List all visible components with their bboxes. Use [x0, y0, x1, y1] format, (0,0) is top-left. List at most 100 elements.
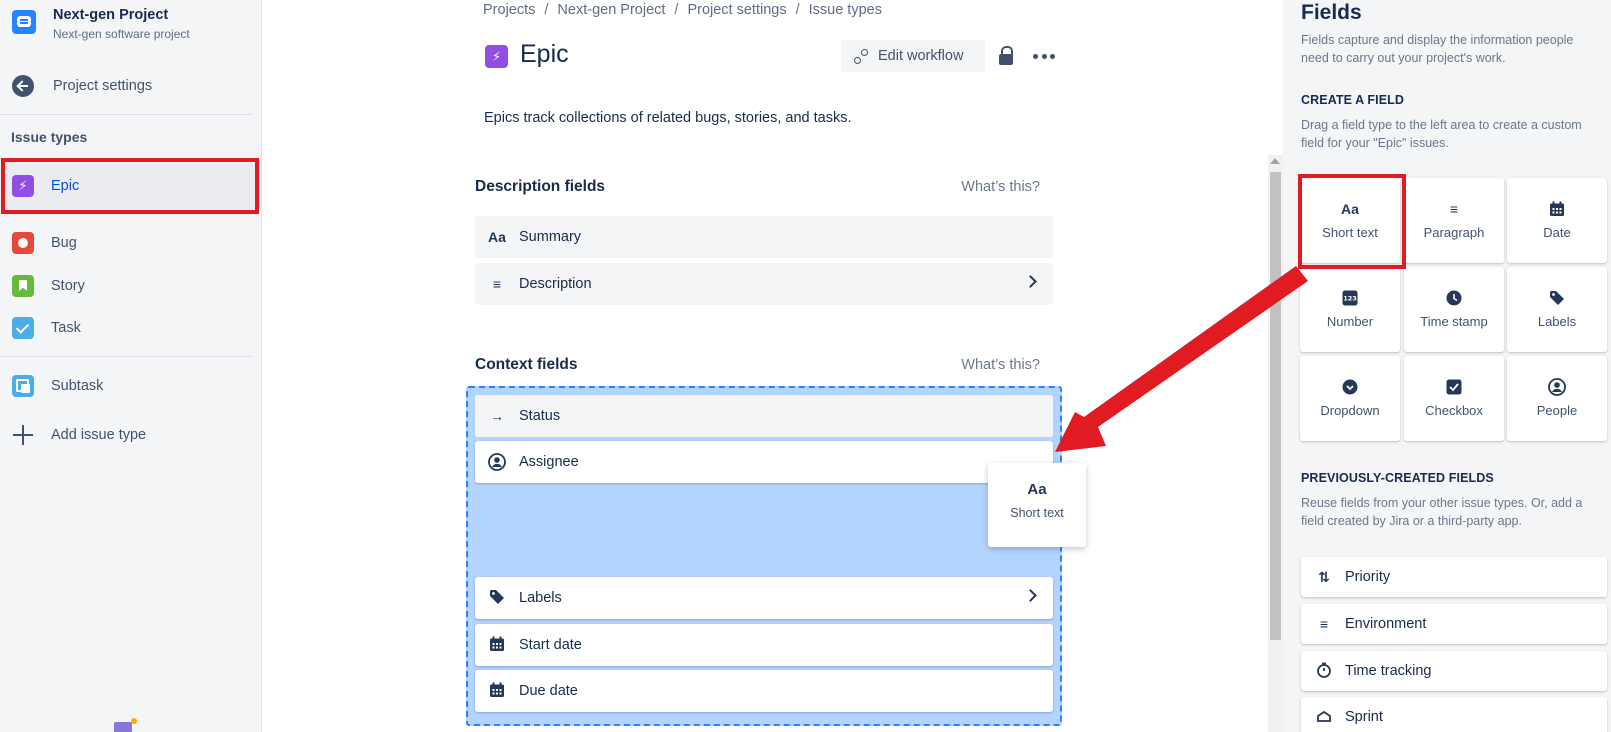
short-text-icon: Aa	[488, 229, 506, 245]
sidebar-item-subtask[interactable]: Subtask	[0, 363, 258, 409]
sidebar-item-task[interactable]: Task	[0, 305, 258, 351]
lock-icon[interactable]	[998, 46, 1014, 66]
dragging-field-card[interactable]: Aa Short text	[988, 463, 1086, 547]
field-label: Start date	[519, 637, 582, 653]
project-type: Next-gen software project	[53, 27, 190, 41]
number-icon: 123	[1300, 289, 1400, 307]
field-type-paragraph[interactable]: ≡ Paragraph	[1404, 178, 1504, 263]
prev-field-time-tracking[interactable]: Time tracking	[1301, 651, 1607, 691]
field-description[interactable]: ≡ Description	[475, 263, 1053, 305]
panel-title: Fields	[1301, 1, 1362, 24]
prev-field-sprint[interactable]: Sprint	[1301, 697, 1607, 732]
divider	[0, 114, 252, 115]
issue-types-heading: Issue types	[11, 129, 88, 145]
arrow-right-icon: →	[490, 408, 504, 424]
epic-icon	[485, 45, 508, 68]
panel-intro: Fields capture and display the informati…	[1301, 33, 1574, 65]
more-options-icon[interactable]	[1033, 54, 1055, 60]
arrow-left-circle-icon	[12, 75, 34, 97]
issue-type-description: Epics track collections of related bugs,…	[484, 110, 852, 126]
paragraph-icon: ≡	[1449, 201, 1459, 217]
sidebar-item-story[interactable]: Story	[0, 263, 258, 309]
field-type-label: Date	[1543, 225, 1571, 240]
sidebar-item-label: Bug	[51, 235, 77, 251]
project-name: Next-gen Project	[53, 7, 169, 23]
plus-icon	[12, 424, 34, 446]
whats-this-link[interactable]: What’s this?	[961, 357, 1040, 373]
prev-field-priority[interactable]: ⇅ Priority	[1301, 557, 1607, 597]
prev-field-label: Priority	[1345, 569, 1391, 585]
calendar-icon	[487, 682, 507, 700]
back-to-project-settings[interactable]: Project settings	[12, 75, 152, 97]
description-fields-header: Description fields What’s this?	[475, 178, 1040, 196]
previous-fields-heading: PREVIOUSLY-CREATED FIELDS	[1301, 471, 1494, 485]
field-label: Summary	[519, 229, 582, 245]
stopwatch-icon	[1315, 662, 1333, 681]
annotation-highlight-epic	[1, 158, 259, 214]
prev-field-label: Sprint	[1345, 709, 1383, 725]
workflow-icon	[853, 48, 869, 64]
paragraph-icon: ≡	[492, 276, 502, 292]
scrollbar-thumb[interactable]	[1270, 172, 1281, 640]
breadcrumb-project[interactable]: Next-gen Project	[557, 2, 665, 18]
field-labels[interactable]: Labels	[475, 577, 1053, 619]
breadcrumb-issue-types[interactable]: Issue types	[809, 2, 882, 18]
field-type-label: Labels	[1537, 314, 1577, 329]
section-title: Context fields	[475, 356, 578, 373]
svg-text:123: 123	[1343, 295, 1357, 303]
sidebar-item-label: Task	[51, 320, 81, 336]
paragraph-icon: ≡	[1319, 616, 1329, 632]
field-label: Description	[519, 276, 592, 292]
field-type-number[interactable]: 123 Number	[1300, 267, 1400, 352]
breadcrumb-projects[interactable]: Projects	[483, 2, 535, 18]
add-issue-type-button[interactable]: Add issue type	[0, 412, 258, 458]
section-title: Description fields	[475, 178, 606, 195]
field-type-date[interactable]: Date	[1507, 178, 1607, 263]
edit-workflow-button[interactable]: Edit workflow	[841, 40, 985, 72]
chevron-circle-icon	[1300, 378, 1400, 396]
clock-icon	[1404, 289, 1504, 307]
project-header[interactable]: Next-gen Project Next-gen software proje…	[12, 6, 190, 42]
add-issue-type-label: Add issue type	[51, 427, 147, 443]
sidebar-item-bug[interactable]: Bug	[0, 220, 258, 266]
sprint-icon	[1315, 708, 1333, 727]
tag-icon	[487, 589, 507, 607]
page-title: Epic	[520, 40, 569, 68]
field-due-date[interactable]: Due date	[475, 670, 1053, 712]
prev-field-label: Environment	[1345, 616, 1427, 632]
calendar-icon	[1507, 200, 1607, 218]
field-summary[interactable]: Aa Summary	[475, 216, 1053, 258]
task-icon	[12, 317, 34, 339]
field-label: Due date	[519, 683, 578, 699]
field-start-date[interactable]: Start date	[475, 624, 1053, 666]
calendar-icon	[487, 636, 507, 654]
bug-icon	[12, 232, 34, 254]
field-type-label: Paragraph	[1423, 225, 1485, 240]
previous-fields-text: Reuse fields from your other issue types…	[1301, 496, 1583, 528]
field-label: Assignee	[519, 454, 579, 470]
field-type-label: Checkbox	[1425, 403, 1483, 418]
prev-field-environment[interactable]: ≡ Environment	[1301, 604, 1607, 644]
person-icon	[1507, 378, 1607, 396]
context-fields-header: Context fields What’s this?	[475, 356, 1040, 374]
annotation-highlight-short-text	[1298, 174, 1406, 269]
subtask-icon	[12, 375, 34, 397]
sidebar-item-label: Subtask	[51, 378, 104, 394]
field-type-dropdown[interactable]: Dropdown	[1300, 356, 1400, 441]
scroll-up-icon[interactable]	[1270, 158, 1280, 164]
create-field-text: Drag a field type to the left area to cr…	[1301, 118, 1582, 150]
field-type-people[interactable]: People	[1507, 356, 1607, 441]
field-type-checkbox[interactable]: Checkbox	[1404, 356, 1504, 441]
field-type-label: Number	[1326, 314, 1374, 329]
whats-this-link[interactable]: What’s this?	[961, 179, 1040, 195]
field-type-label: Time stamp	[1420, 314, 1488, 329]
field-type-labels[interactable]: Labels	[1507, 267, 1607, 352]
field-type-time-stamp[interactable]: Time stamp	[1404, 267, 1504, 352]
field-assignee[interactable]: Assignee	[475, 441, 1053, 483]
breadcrumb-project-settings[interactable]: Project settings	[687, 2, 786, 18]
feedback-icon[interactable]	[114, 718, 137, 732]
back-label: Project settings	[53, 78, 153, 94]
sort-icon: ⇅	[1318, 568, 1330, 585]
field-status[interactable]: → Status	[475, 395, 1053, 437]
drag-card-label: Short text	[1010, 506, 1064, 520]
